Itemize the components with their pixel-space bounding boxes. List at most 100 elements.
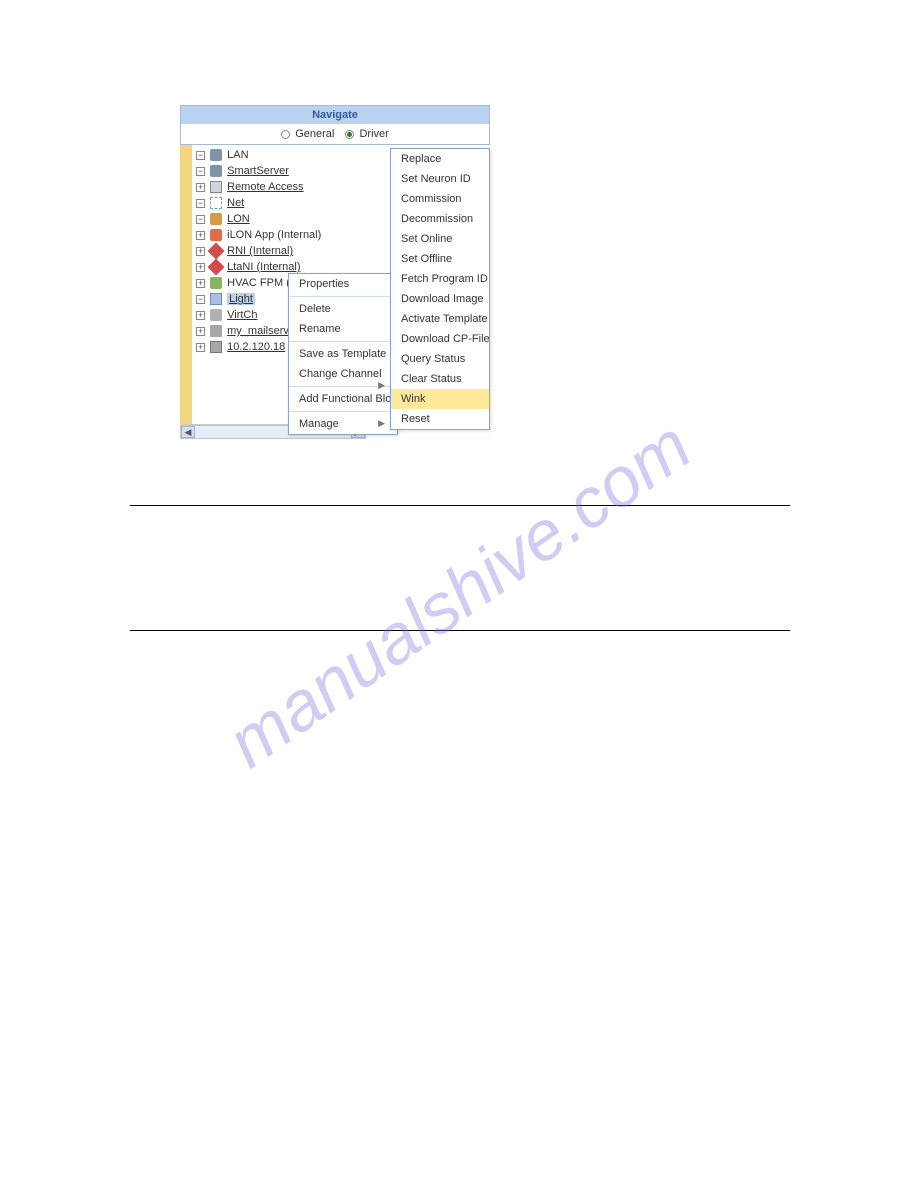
expand-icon[interactable]: + <box>196 311 205 320</box>
menu-label: Properties <box>299 278 349 290</box>
menu-label: Save as Template <box>299 348 386 360</box>
menu-label: Clear Status <box>401 373 462 385</box>
submenu-query-status[interactable]: Query Status <box>391 349 489 369</box>
radio-icon <box>345 130 354 139</box>
app-icon <box>210 229 222 241</box>
expand-icon[interactable]: + <box>196 327 205 336</box>
expand-icon[interactable]: + <box>196 263 205 272</box>
tree-label[interactable]: VirtCh <box>227 309 257 321</box>
menu-delete[interactable]: Delete <box>289 299 397 319</box>
collapse-icon[interactable]: − <box>196 199 205 208</box>
menu-label: Decommission <box>401 213 473 225</box>
submenu-set-neuron-id[interactable]: Set Neuron ID <box>391 169 489 189</box>
menu-label: Fetch Program ID <box>401 273 488 285</box>
mail-icon <box>210 325 222 337</box>
menu-label: Download CP-File <box>401 333 490 345</box>
menu-manage[interactable]: Manage ▶ <box>289 414 397 434</box>
menu-label: Delete <box>299 303 331 315</box>
radio-icon <box>281 130 290 139</box>
page-divider <box>130 505 790 506</box>
submenu-arrow-icon: ▶ <box>378 380 385 391</box>
submenu-clear-status[interactable]: Clear Status <box>391 369 489 389</box>
submenu-arrow-icon: ▶ <box>378 418 385 429</box>
menu-separator <box>289 411 397 412</box>
menu-label: Download Image <box>401 293 484 305</box>
collapse-icon[interactable]: − <box>196 295 205 304</box>
navigate-header: Navigate <box>180 105 490 124</box>
manage-submenu: Replace Set Neuron ID Commission Decommi… <box>390 148 490 430</box>
lon-icon <box>210 213 222 225</box>
expand-icon[interactable]: + <box>196 231 205 240</box>
menu-change-channel[interactable]: Change Channel▶ <box>289 364 397 384</box>
tree-label[interactable]: Net <box>227 197 244 209</box>
menu-label: Set Online <box>401 233 452 245</box>
mode-general-label: General <box>295 128 334 140</box>
tree-label[interactable]: Remote Access <box>227 181 303 193</box>
expand-icon[interactable]: + <box>196 247 205 256</box>
menu-label: Manage <box>299 418 339 430</box>
virtch-icon <box>210 309 222 321</box>
mode-general[interactable]: General <box>281 128 337 140</box>
server-icon <box>210 165 222 177</box>
scroll-left-icon[interactable]: ◀ <box>181 426 195 438</box>
tree-label[interactable]: 10.2.120.18 <box>227 341 285 353</box>
menu-label: Set Offline <box>401 253 452 265</box>
collapse-icon[interactable]: − <box>196 167 205 176</box>
mode-driver[interactable]: Driver <box>345 128 388 140</box>
submenu-activate-template[interactable]: Activate Template <box>391 309 489 329</box>
expand-icon[interactable]: + <box>196 279 205 288</box>
submenu-reset[interactable]: Reset <box>391 409 489 429</box>
menu-label: Replace <box>401 153 441 165</box>
page-divider <box>130 630 790 631</box>
menu-properties[interactable]: Properties <box>289 274 397 294</box>
menu-separator <box>289 296 397 297</box>
submenu-fetch-program-id[interactable]: Fetch Program ID <box>391 269 489 289</box>
submenu-commission[interactable]: Commission <box>391 189 489 209</box>
tree-label: LAN <box>227 149 248 161</box>
menu-separator <box>289 341 397 342</box>
menu-label: Wink <box>401 393 425 405</box>
menu-add-functional-block[interactable]: Add Functional Block <box>289 389 397 409</box>
mode-driver-label: Driver <box>359 128 388 140</box>
expand-icon[interactable]: + <box>196 183 205 192</box>
menu-label: Set Neuron ID <box>401 173 471 185</box>
navigate-title: Navigate <box>312 109 358 121</box>
host-icon <box>210 341 222 353</box>
tree-label[interactable]: LON <box>227 213 250 225</box>
collapse-icon[interactable]: − <box>196 151 205 160</box>
submenu-wink[interactable]: Wink <box>391 389 489 409</box>
expand-icon[interactable]: + <box>196 343 205 352</box>
menu-label: Add Functional Block <box>299 393 402 405</box>
menu-rename[interactable]: Rename <box>289 319 397 339</box>
menu-label: Commission <box>401 193 462 205</box>
tree-label: iLON App (Internal) <box>227 229 321 241</box>
submenu-replace[interactable]: Replace <box>391 149 489 169</box>
watermark-text: manualshive.com <box>214 406 705 782</box>
lan-icon <box>210 149 222 161</box>
submenu-download-cp-file[interactable]: Download CP-File <box>391 329 489 349</box>
submenu-set-online[interactable]: Set Online <box>391 229 489 249</box>
menu-label: Rename <box>299 323 341 335</box>
light-icon <box>210 293 222 305</box>
tree-label[interactable]: RNI (Internal) <box>227 245 293 257</box>
menu-label: Reset <box>401 413 430 425</box>
menu-save-as-template[interactable]: Save as Template <box>289 344 397 364</box>
tree-label[interactable]: Light <box>227 293 255 305</box>
menu-label: Activate Template <box>401 313 488 325</box>
collapse-icon[interactable]: − <box>196 215 205 224</box>
menu-label: Change Channel <box>299 368 382 380</box>
tree-label[interactable]: LtaNI (Internal) <box>227 261 300 273</box>
watermark: manualshive.com <box>213 405 705 783</box>
remote-icon <box>210 181 222 193</box>
hvac-icon <box>210 277 222 289</box>
ltani-icon <box>208 259 225 276</box>
net-icon <box>210 197 222 209</box>
tree-label[interactable]: my_mailserv <box>227 325 289 337</box>
submenu-decommission[interactable]: Decommission <box>391 209 489 229</box>
rni-icon <box>208 243 225 260</box>
context-menu: Properties Delete Rename Save as Templat… <box>288 273 398 435</box>
mode-selector: General Driver <box>180 124 490 145</box>
submenu-download-image[interactable]: Download Image <box>391 289 489 309</box>
submenu-set-offline[interactable]: Set Offline <box>391 249 489 269</box>
tree-label[interactable]: SmartServer <box>227 165 289 177</box>
